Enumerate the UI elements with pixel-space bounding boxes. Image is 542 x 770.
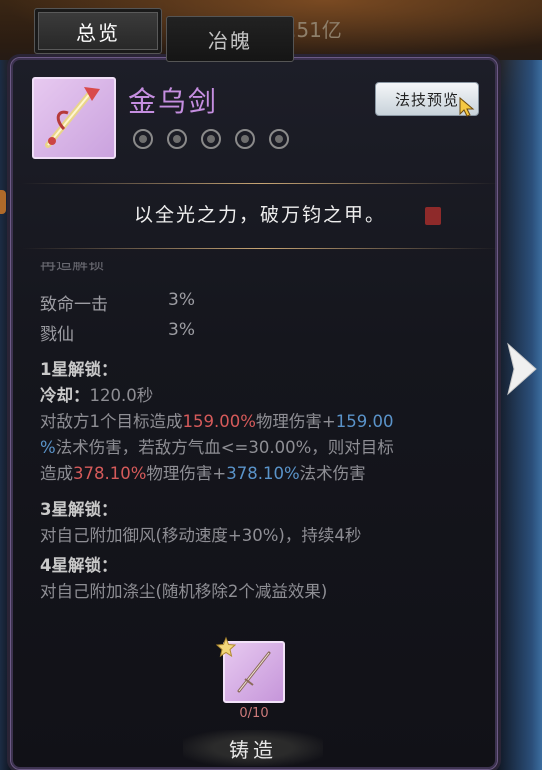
- left-edge-marker: [0, 190, 6, 214]
- stat-value: 3%: [168, 290, 195, 310]
- tab-overview[interactable]: 总览: [34, 8, 162, 54]
- stat-value: 3%: [168, 320, 195, 340]
- unlock-4-section: 4星解锁： 对自己附加涤尘(随机移除2个减益效果): [40, 553, 480, 605]
- unlock-1-section: 1星解锁： 冷却：120.0秒 对敌方1个目标造成159.00%物理伤害+159…: [40, 357, 480, 487]
- cursor-icon: [459, 96, 475, 117]
- item-motto: 以全光之力，破万钧之甲。: [133, 204, 386, 226]
- skill-text: 法术伤害: [299, 464, 366, 483]
- next-item-arrow-icon[interactable]: [504, 342, 538, 396]
- magic-damage-value: %: [40, 438, 56, 457]
- divider-top: [22, 183, 500, 184]
- star-slot-icon: [167, 129, 187, 149]
- skill-text: 物理伤害+: [255, 412, 336, 431]
- unlock-4-text: 对自己附加涤尘(随机移除2个减益效果): [40, 582, 328, 601]
- unlock-3-text: 对自己附加御风(移动速度+30%)，持续4秒: [40, 526, 362, 545]
- unlock-1-header: 1星解锁：: [40, 360, 118, 379]
- magic-damage-value: 378.10%: [226, 464, 300, 483]
- tab-forge[interactable]: 冶魄: [166, 16, 294, 62]
- seal-stamp-icon: [425, 207, 441, 225]
- stat-label: 致命一击: [40, 295, 108, 315]
- skill-text: 造成: [40, 464, 73, 483]
- physical-damage-value: 378.10%: [73, 464, 147, 483]
- cooldown-label: 冷却：: [40, 386, 90, 405]
- star-slots: [132, 128, 290, 150]
- item-name: 金乌剑: [128, 85, 219, 118]
- stat-row: 致命一击 3%: [40, 290, 195, 315]
- unlock-4-header: 4星解锁：: [40, 556, 118, 575]
- star-slot-icon: [201, 129, 221, 149]
- physical-damage-value: 159.00%: [182, 412, 256, 431]
- magic-damage-value: 159.00: [335, 412, 394, 431]
- star-slot-icon: [133, 129, 153, 149]
- star-slot-icon: [269, 129, 289, 149]
- section-heading-cut: 再造解锁: [40, 262, 105, 273]
- skill-text: 法术伤害，若敌方气血<=30.00%，则对目标: [55, 438, 394, 457]
- skill-text: 物理伤害+: [146, 464, 227, 483]
- golden-sword-icon: [32, 77, 116, 159]
- unlock-3-section: 3星解锁： 对自己附加御风(移动速度+30%)，持续4秒: [40, 497, 480, 549]
- forge-button[interactable]: 铸造: [183, 730, 323, 766]
- stat-row: 戮仙 3%: [40, 320, 195, 345]
- star-slot-icon: [235, 129, 255, 149]
- star-badge-icon: [215, 636, 237, 658]
- background-right: [492, 60, 542, 770]
- skill-text: 对敌方1个目标造成: [40, 412, 183, 431]
- forge-material-count: 0/10: [239, 706, 269, 721]
- stat-label: 戮仙: [40, 325, 74, 345]
- divider-bottom: [22, 248, 500, 249]
- currency-amount: .51亿: [290, 18, 342, 42]
- cooldown-value: 120.0秒: [89, 386, 154, 405]
- unlock-3-header: 3星解锁：: [40, 500, 118, 519]
